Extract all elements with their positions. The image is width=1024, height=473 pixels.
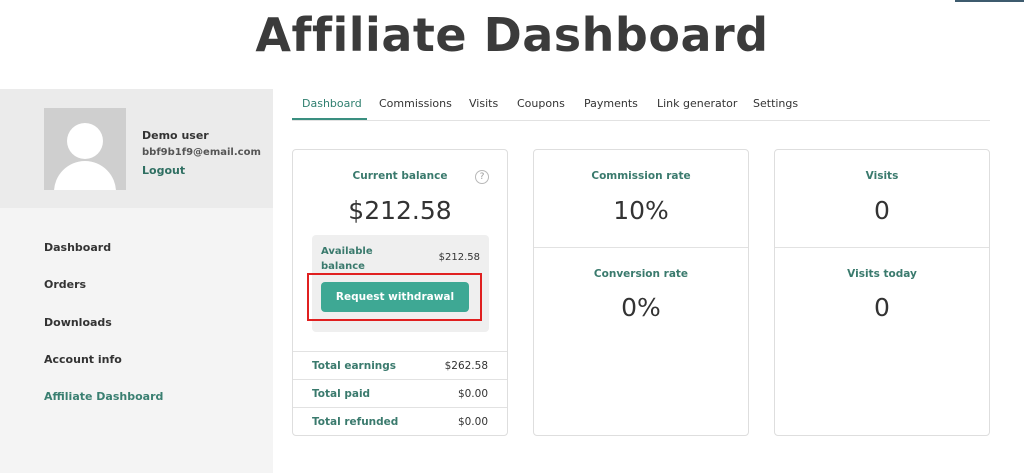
question-circle-icon[interactable]: ?	[475, 170, 489, 184]
current-balance-value: $212.58	[348, 196, 452, 225]
tab-settings[interactable]: Settings	[753, 97, 798, 110]
tab-link-generator[interactable]: Link generator	[657, 97, 737, 110]
sidebar: Demo user bbf9b1f9@email.com Logout Dash…	[0, 89, 273, 473]
active-tab-indicator	[292, 118, 367, 120]
visits-today-value: 0	[874, 293, 890, 322]
available-balance-label: Available balance	[321, 246, 373, 272]
sidebar-item-dashboard[interactable]: Dashboard	[44, 241, 111, 254]
sidebar-item-affiliate-dashboard[interactable]: Affiliate Dashboard	[44, 390, 163, 403]
commission-rate-label: Commission rate	[591, 170, 691, 182]
sidebar-item-account-info[interactable]: Account info	[44, 353, 122, 366]
tab-bar: Dashboard Commissions Visits Coupons Pay…	[292, 89, 990, 121]
visits-value: 0	[874, 196, 890, 225]
request-withdrawal-button[interactable]: Request withdrawal	[321, 282, 469, 312]
total-paid-value: $0.00	[457, 388, 488, 400]
avatar-body-shape	[54, 161, 116, 190]
total-paid-label: Total paid	[312, 388, 371, 400]
visits-label: Visits	[865, 170, 899, 182]
commission-rate-value: 10%	[613, 196, 669, 225]
visits-today-label: Visits today	[847, 268, 917, 280]
top-accent-bar	[955, 0, 1024, 2]
sidebar-item-orders[interactable]: Orders	[44, 278, 86, 291]
avatar-head-shape	[67, 123, 103, 159]
rate-card: Commission rate 10% Conversion rate 0%	[533, 149, 749, 436]
tab-dashboard[interactable]: Dashboard	[302, 97, 362, 110]
sidebar-item-downloads[interactable]: Downloads	[44, 316, 112, 329]
total-refunded-value: $0.00	[457, 416, 488, 428]
conversion-rate-label: Conversion rate	[593, 268, 689, 280]
tab-coupons[interactable]: Coupons	[517, 97, 565, 110]
tab-payments[interactable]: Payments	[584, 97, 638, 110]
user-profile: Demo user bbf9b1f9@email.com Logout	[0, 89, 273, 208]
user-email: bbf9b1f9@email.com	[142, 147, 261, 158]
logout-link[interactable]: Logout	[142, 164, 185, 177]
conversion-rate-value: 0%	[621, 293, 661, 322]
tab-commissions[interactable]: Commissions	[379, 97, 452, 110]
summary-row-total-refunded: Total refunded $0.00	[293, 407, 507, 435]
summary-row-total-earnings: Total earnings $262.58	[293, 351, 507, 379]
total-earnings-value: $262.58	[444, 360, 488, 372]
summary-row-total-paid: Total paid $0.00	[293, 379, 507, 407]
page-title: Affiliate Dashboard	[255, 8, 769, 62]
total-earnings-label: Total earnings	[312, 360, 397, 372]
visits-card: Visits 0 Visits today 0	[774, 149, 990, 436]
avatar	[44, 108, 126, 190]
card-divider	[775, 247, 989, 248]
user-name: Demo user	[142, 129, 209, 142]
available-balance-value: $212.58	[438, 252, 480, 263]
card-divider	[534, 247, 748, 248]
total-refunded-label: Total refunded	[312, 416, 399, 428]
tab-visits[interactable]: Visits	[469, 97, 498, 110]
